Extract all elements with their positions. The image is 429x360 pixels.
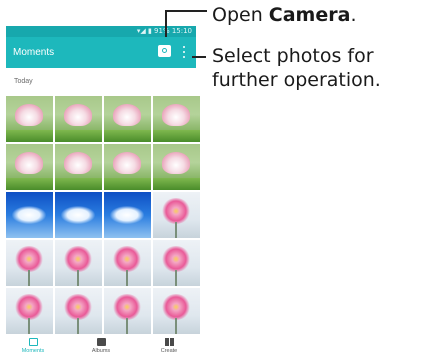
select-callout-line [192,56,206,58]
camera-callout-line-vertical [165,10,167,37]
nav-label-create: Create [160,348,178,354]
photo-thumbnail[interactable] [153,144,200,190]
photo-thumbnail[interactable] [55,288,102,334]
photo-grid [6,96,200,334]
photo-thumbnail[interactable] [104,192,151,238]
callout-select-photos-line2: further operation. [212,69,381,91]
nav-label-albums: Albums [91,348,111,354]
section-label-today: Today [14,78,33,85]
photo-thumbnail[interactable] [153,240,200,286]
create-icon [164,338,174,346]
camera-icon[interactable] [158,45,171,57]
albums-icon [96,338,106,346]
bottom-navigation: Moments Albums Create [6,336,196,360]
nav-label-moments: Moments [21,348,45,354]
camera-lens [162,48,167,53]
moments-icon [28,338,38,346]
photo-thumbnail[interactable] [153,192,200,238]
photo-thumbnail[interactable] [6,192,53,238]
nav-item-create[interactable]: Create [144,338,194,360]
photo-thumbnail[interactable] [104,96,151,142]
photo-thumbnail[interactable] [104,144,151,190]
photo-thumbnail[interactable] [153,96,200,142]
app-bar: Moments [6,37,196,68]
nav-item-moments[interactable]: Moments [8,338,58,360]
camera-callout-line-horizontal [165,10,207,12]
photo-thumbnail[interactable] [104,288,151,334]
callout-select-photos-line1: Select photos for [212,45,374,67]
photo-thumbnail[interactable] [6,288,53,334]
nav-item-albums[interactable]: Albums [76,338,126,360]
photo-thumbnail[interactable] [104,240,151,286]
app-title: Moments [13,47,55,58]
callout-open-camera: Open Camera. [212,4,357,26]
photo-thumbnail[interactable] [153,288,200,334]
photo-thumbnail[interactable] [6,240,53,286]
more-vert-icon[interactable] [181,45,187,59]
photo-thumbnail[interactable] [55,96,102,142]
photo-thumbnail[interactable] [55,240,102,286]
phone-screen: ▾◢ ▮ 91% 15:10 Moments Today Moments Alb… [6,26,200,360]
status-bar: ▾◢ ▮ 91% 15:10 [6,26,196,37]
photo-thumbnail[interactable] [6,96,53,142]
photo-thumbnail[interactable] [55,192,102,238]
photo-thumbnail[interactable] [55,144,102,190]
photo-thumbnail[interactable] [6,144,53,190]
